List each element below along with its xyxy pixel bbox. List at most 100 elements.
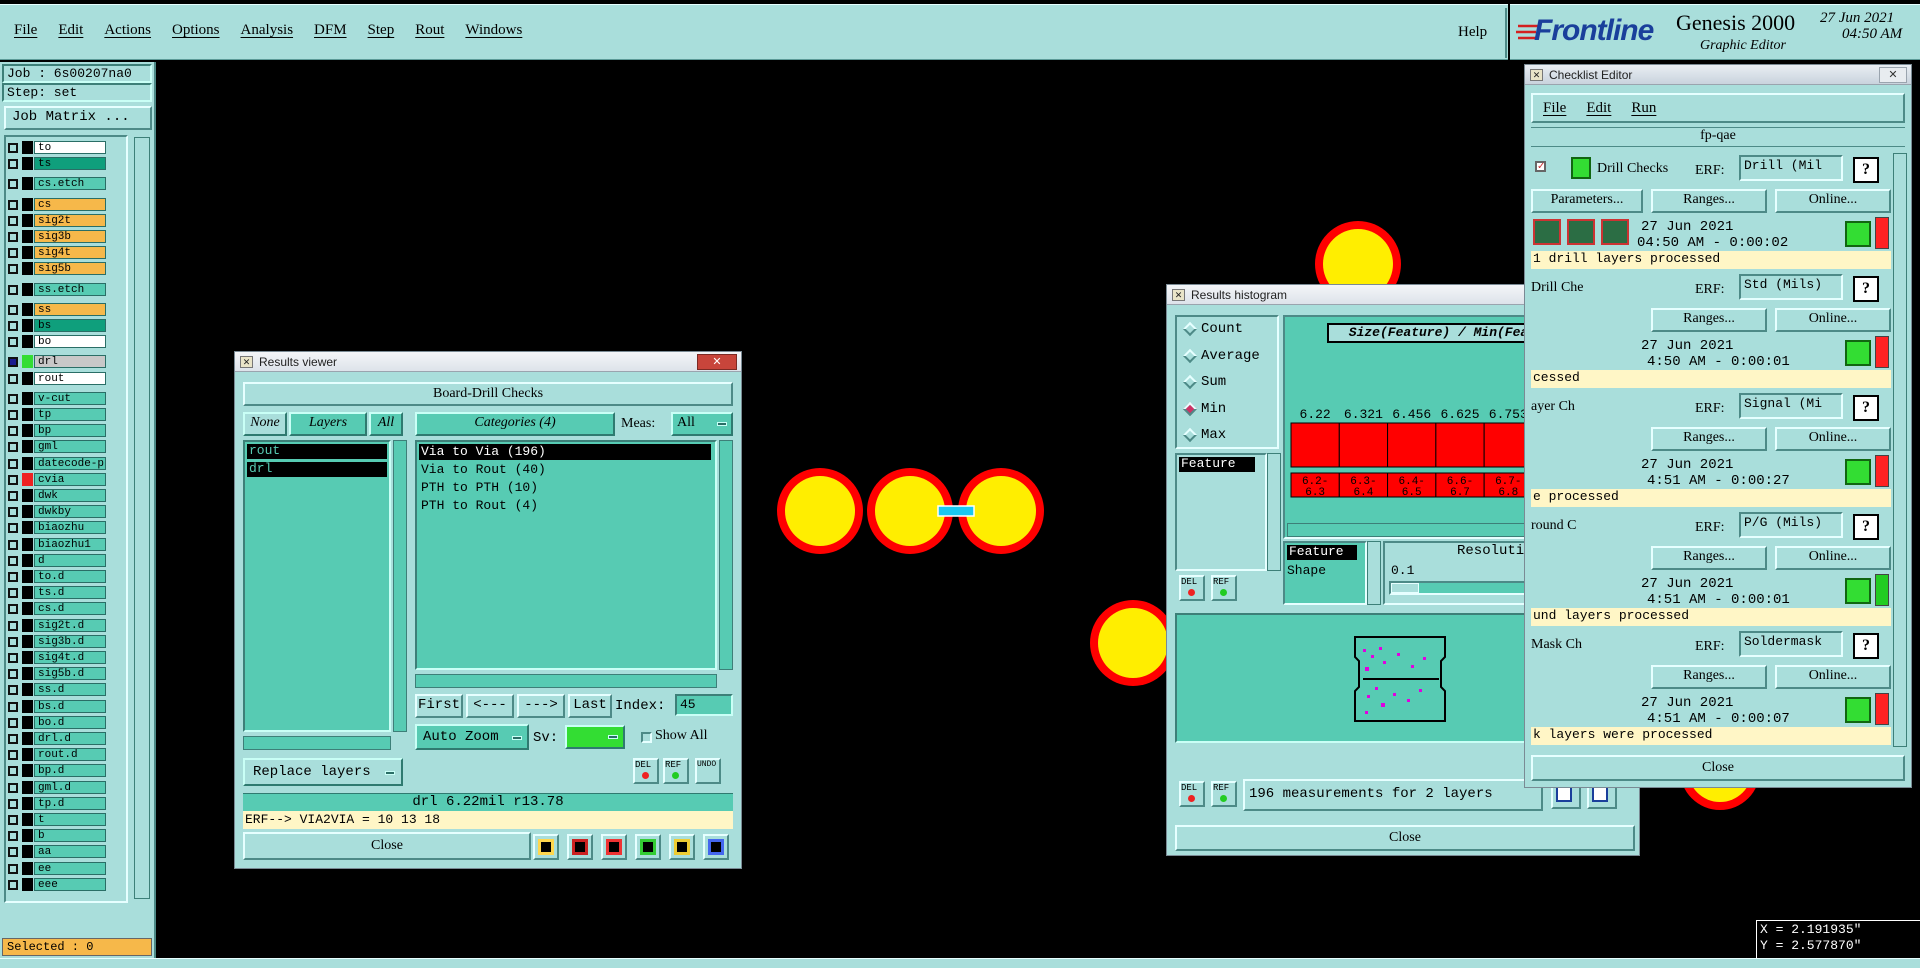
- shape-option[interactable]: Shape: [1287, 563, 1326, 578]
- category-item[interactable]: PTH to PTH (10): [419, 480, 711, 496]
- layer-row[interactable]: rout.d: [6, 748, 126, 762]
- layer-row[interactable]: drl: [6, 355, 126, 369]
- checklist-menu-file[interactable]: File: [1543, 100, 1566, 116]
- layer-visibility-checkbox[interactable]: [8, 734, 18, 744]
- erf-field[interactable]: Soldermask: [1739, 631, 1843, 657]
- checklist-menu-edit[interactable]: Edit: [1586, 100, 1611, 116]
- histogram-close-button[interactable]: Close: [1175, 825, 1635, 851]
- layer-row[interactable]: cs.d: [6, 602, 126, 616]
- layer-name[interactable]: d: [34, 553, 106, 567]
- bar-chart-button[interactable]: [703, 834, 729, 860]
- layer-row[interactable]: sig4t: [6, 246, 126, 260]
- rv-layer-item[interactable]: drl: [247, 462, 387, 477]
- feature-shape-scrollbar[interactable]: [1367, 541, 1381, 605]
- ranges-button[interactable]: Ranges...: [1651, 308, 1767, 332]
- ranges-button[interactable]: Ranges...: [1651, 546, 1767, 570]
- layer-row[interactable]: tp.d: [6, 796, 126, 810]
- help-icon[interactable]: ?: [1853, 633, 1879, 659]
- online-button[interactable]: Online...: [1775, 665, 1891, 689]
- help-icon[interactable]: ?: [1853, 276, 1879, 302]
- rv-close-button[interactable]: Close: [243, 832, 531, 860]
- layer-row[interactable]: bs.d: [6, 699, 126, 713]
- layer-name[interactable]: sig2t: [34, 213, 106, 227]
- layer-row[interactable]: ss.d: [6, 683, 126, 697]
- layer-name[interactable]: t: [34, 813, 106, 826]
- layer-name[interactable]: biaozhu1: [34, 537, 106, 551]
- menu-analysis[interactable]: Analysis: [241, 22, 294, 38]
- layer-visibility-checkbox[interactable]: [8, 798, 18, 809]
- layer-visibility-checkbox[interactable]: [8, 215, 18, 226]
- layer-visibility-checkbox[interactable]: [8, 442, 18, 453]
- layer-row[interactable]: dwkby: [6, 505, 126, 519]
- layer-name[interactable]: sig5b.d: [34, 667, 106, 681]
- layer-visibility-checkbox[interactable]: [8, 620, 18, 631]
- layer-row[interactable]: sig2t: [6, 213, 126, 227]
- layer-name[interactable]: dwkby: [34, 505, 106, 519]
- ranges-button[interactable]: Ranges...: [1651, 665, 1767, 689]
- next-button[interactable]: --->: [517, 694, 565, 718]
- layer-name[interactable]: bs.d: [34, 699, 106, 713]
- layer-name[interactable]: rout: [34, 371, 106, 385]
- layer-visibility-checkbox[interactable]: [8, 393, 18, 404]
- checklist-scrollbar[interactable]: [1893, 153, 1907, 747]
- online-button[interactable]: Online...: [1775, 427, 1891, 451]
- checklist-menu-run[interactable]: Run: [1631, 100, 1656, 116]
- layer-visibility-checkbox[interactable]: [8, 717, 18, 728]
- zoom-results-icon[interactable]: [1845, 578, 1871, 604]
- category-item[interactable]: Via to Rout (40): [419, 462, 711, 478]
- layer-row[interactable]: to.d: [6, 570, 126, 583]
- erf-field[interactable]: Signal (Mi: [1739, 393, 1843, 419]
- layer-row[interactable]: ee: [6, 861, 126, 875]
- layer-visibility-checkbox[interactable]: [8, 766, 18, 777]
- layer-name[interactable]: sig4t.d: [34, 651, 106, 664]
- layer-name[interactable]: biaozhu: [34, 521, 106, 535]
- ranges-button[interactable]: Ranges...: [1651, 189, 1767, 213]
- layer-row[interactable]: biaozhu1: [6, 537, 126, 551]
- layer-name[interactable]: sig5b: [34, 262, 106, 276]
- menu-actions[interactable]: Actions: [104, 22, 151, 38]
- layer-visibility-checkbox[interactable]: [8, 604, 18, 615]
- layer-row[interactable]: to: [6, 141, 126, 154]
- layer-row[interactable]: cvia: [6, 472, 126, 486]
- layer-name[interactable]: ss: [34, 302, 106, 316]
- layer-visibility-checkbox[interactable]: [8, 653, 18, 663]
- layer-name[interactable]: tp: [34, 408, 106, 421]
- layer-row[interactable]: aa: [6, 845, 126, 859]
- layer-name[interactable]: bo: [34, 335, 106, 349]
- layer-visibility-checkbox[interactable]: [8, 539, 18, 550]
- job-matrix-button[interactable]: Job Matrix ...: [4, 106, 152, 130]
- layer-visibility-checkbox[interactable]: [8, 555, 18, 566]
- layer-row[interactable]: dwk: [6, 489, 126, 502]
- layer-visibility-checkbox[interactable]: [8, 588, 18, 599]
- layer-name[interactable]: ts.d: [34, 586, 106, 600]
- layer-visibility-checkbox[interactable]: [8, 523, 18, 534]
- layer-name[interactable]: bs: [34, 319, 106, 332]
- results-viewer-close-x[interactable]: ✕: [697, 354, 737, 370]
- layer-row[interactable]: bs: [6, 319, 126, 332]
- show-all-checkbox[interactable]: [641, 732, 652, 743]
- ranges-button[interactable]: Ranges...: [1651, 427, 1767, 451]
- erf-field[interactable]: P/G (Mils): [1739, 512, 1843, 538]
- layer-visibility-checkbox[interactable]: [8, 507, 18, 518]
- slider-handle[interactable]: [1391, 583, 1419, 593]
- feature-option[interactable]: Feature: [1287, 545, 1357, 560]
- layer-name[interactable]: sig3b.d: [34, 634, 106, 648]
- layer-name[interactable]: b: [34, 829, 106, 843]
- histogram-bar[interactable]: [1338, 422, 1389, 468]
- record-button[interactable]: [567, 834, 593, 860]
- layer-row[interactable]: sig3b.d: [6, 634, 126, 648]
- run-icon[interactable]: [1533, 219, 1561, 245]
- layer-visibility-checkbox[interactable]: [8, 232, 18, 242]
- first-button[interactable]: First: [415, 694, 463, 718]
- layer-visibility-checkbox[interactable]: [8, 248, 18, 259]
- parameters-button[interactable]: Parameters...: [1531, 189, 1643, 213]
- layer-row[interactable]: eee: [6, 877, 126, 891]
- run-all-icon[interactable]: [1567, 219, 1595, 245]
- layer-row[interactable]: ts: [6, 157, 126, 171]
- meas-select[interactable]: All: [671, 412, 733, 436]
- layer-visibility-checkbox[interactable]: [8, 847, 18, 858]
- layer-name[interactable]: sig4t: [34, 246, 106, 260]
- layer-name[interactable]: cs: [34, 197, 106, 211]
- layer-visibility-checkbox[interactable]: [8, 636, 18, 647]
- layer-visibility-checkbox[interactable]: [8, 831, 18, 842]
